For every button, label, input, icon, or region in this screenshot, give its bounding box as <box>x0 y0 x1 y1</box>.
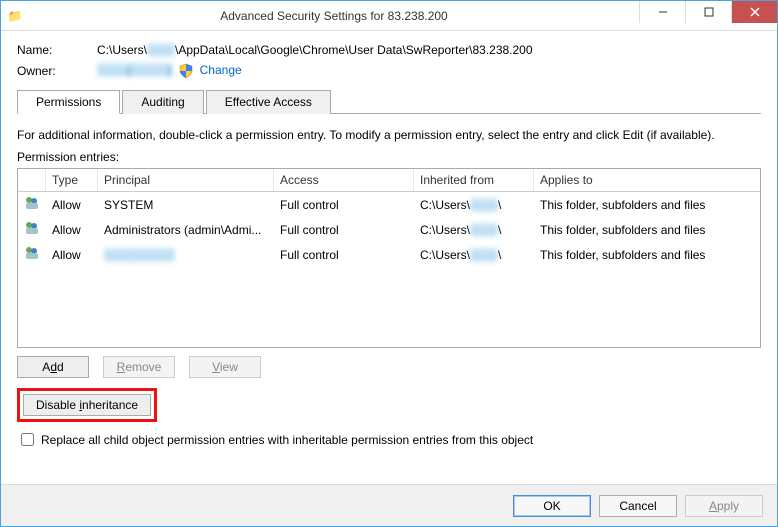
window-title: Advanced Security Settings for 83.238.20… <box>29 9 639 23</box>
info-text: For additional information, double-click… <box>17 128 761 142</box>
titlebar: 📁 Advanced Security Settings for 83.238.… <box>1 1 777 31</box>
cell-principal: Administrators (admin\Admi... <box>98 222 274 238</box>
col-access[interactable]: Access <box>274 169 414 191</box>
dialog-button-bar: OK Cancel Apply <box>1 484 777 526</box>
highlight-annotation: Disable inheritance <box>17 388 157 422</box>
col-icon[interactable] <box>18 169 46 191</box>
owner-label: Owner: <box>17 64 97 78</box>
col-inherited[interactable]: Inherited from <box>414 169 534 191</box>
col-principal[interactable]: Principal <box>98 169 274 191</box>
change-owner-link[interactable]: Change <box>200 63 242 77</box>
col-applies[interactable]: Applies to <box>534 169 760 191</box>
cell-applies: This folder, subfolders and files <box>534 247 760 263</box>
cell-applies: This folder, subfolders and files <box>534 197 760 213</box>
cancel-button[interactable]: Cancel <box>599 495 677 517</box>
cell-type: Allow <box>46 197 98 213</box>
name-value: C:\Users\······\AppData\Local\Google\Chr… <box>97 43 533 57</box>
cell-principal: ······ ·········· <box>98 247 274 263</box>
tab-permissions[interactable]: Permissions <box>17 90 120 114</box>
name-label: Name: <box>17 43 97 57</box>
uac-shield-icon <box>178 63 194 79</box>
cell-type: Allow <box>46 247 98 263</box>
cell-applies: This folder, subfolders and files <box>534 222 760 238</box>
cell-inherited: C:\Users\······\ <box>414 247 534 263</box>
ok-button[interactable]: OK <box>513 495 591 517</box>
permission-grid[interactable]: Type Principal Access Inherited from App… <box>17 168 761 348</box>
minimize-button[interactable] <box>639 1 685 23</box>
maximize-button[interactable] <box>685 1 731 23</box>
cell-inherited: C:\Users\······\ <box>414 197 534 213</box>
cell-access: Full control <box>274 247 414 263</box>
table-row[interactable]: AllowSYSTEMFull controlC:\Users\······\T… <box>18 192 760 217</box>
entries-label: Permission entries: <box>17 150 761 164</box>
close-button[interactable] <box>731 1 777 23</box>
users-icon <box>24 195 44 211</box>
folder-icon: 📁 <box>1 2 29 30</box>
add-button[interactable]: Add <box>17 356 89 378</box>
cell-access: Full control <box>274 197 414 213</box>
owner-value: ·······(·········) Change <box>97 63 242 79</box>
security-settings-window: 📁 Advanced Security Settings for 83.238.… <box>0 0 778 527</box>
users-icon <box>24 245 44 261</box>
table-row[interactable]: Allow······ ··········Full controlC:\Use… <box>18 242 760 267</box>
replace-child-checkbox[interactable] <box>21 433 34 446</box>
view-button: View <box>189 356 261 378</box>
apply-button: Apply <box>685 495 763 517</box>
table-row[interactable]: AllowAdministrators (admin\Admi...Full c… <box>18 217 760 242</box>
tab-effective-access[interactable]: Effective Access <box>206 90 331 114</box>
col-type[interactable]: Type <box>46 169 98 191</box>
replace-child-label: Replace all child object permission entr… <box>41 433 533 447</box>
cell-inherited: C:\Users\······\ <box>414 222 534 238</box>
disable-inheritance-button[interactable]: Disable inheritance <box>23 394 151 416</box>
cell-access: Full control <box>274 222 414 238</box>
cell-type: Allow <box>46 222 98 238</box>
tab-auditing[interactable]: Auditing <box>122 90 203 114</box>
users-icon <box>24 220 44 236</box>
tab-strip: Permissions Auditing Effective Access <box>17 89 761 114</box>
cell-principal: SYSTEM <box>98 197 274 213</box>
remove-button: Remove <box>103 356 175 378</box>
